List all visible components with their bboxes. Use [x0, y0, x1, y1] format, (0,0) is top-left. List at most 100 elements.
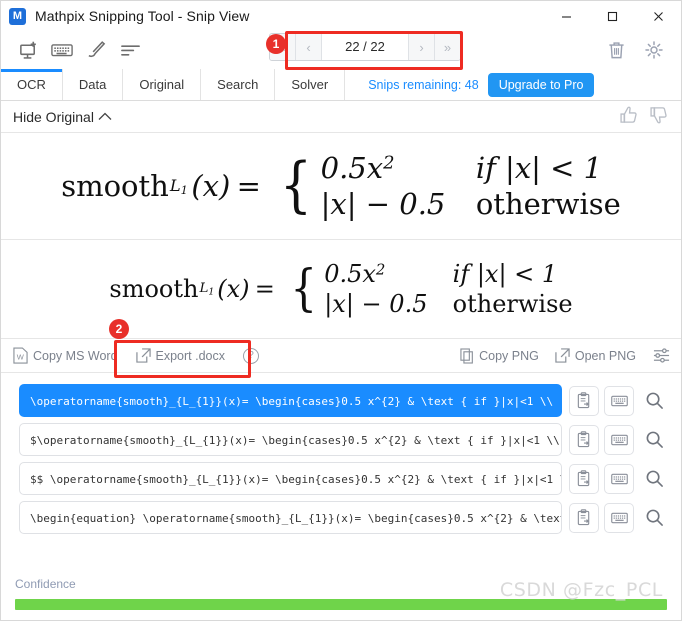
- hide-original-label[interactable]: Hide Original: [13, 109, 94, 125]
- watermark: CSDN @Fzc_PCL: [499, 579, 663, 601]
- confidence-section: Confidence CSDN @Fzc_PCL: [1, 568, 681, 620]
- copy-icon: [460, 347, 474, 364]
- formula-equals: =: [254, 274, 275, 303]
- result-row[interactable]: \operatorname{smooth}_{L_{1}}(x)= \begin…: [19, 384, 669, 417]
- formula-original: smooth L1 (x) = { 0.5x2 if |x| < 1 |x| − 0…: [61, 151, 621, 222]
- formula-case2-cond: otherwise: [475, 187, 621, 222]
- thumbs-down-icon[interactable]: [648, 105, 669, 128]
- copy-to-clipboard-icon[interactable]: [569, 502, 599, 533]
- main-toolbar: « ‹ 22 / 22 › »: [1, 31, 681, 69]
- tab-solver[interactable]: Solver: [275, 69, 346, 100]
- formula-case1-cond: if |x| < 1: [452, 259, 558, 288]
- annotation-badge-2: 2: [109, 319, 129, 339]
- upgrade-to-pro-button[interactable]: Upgrade to Pro: [487, 72, 595, 97]
- thumbs-up-icon[interactable]: [618, 105, 639, 128]
- open-png-button[interactable]: Open PNG: [555, 348, 636, 363]
- chevron-up-icon[interactable]: [97, 111, 113, 122]
- last-page-button[interactable]: »: [435, 34, 460, 60]
- pen-icon[interactable]: [79, 35, 113, 65]
- help-icon[interactable]: ?: [243, 347, 259, 364]
- formula-case2-value: |x| − 0.5: [320, 187, 446, 222]
- formula-cases: 0.5x2 if |x| < 1 |x| − 0.5 otherwise: [324, 260, 572, 318]
- copy-to-clipboard-icon[interactable]: [569, 385, 599, 416]
- row-actions: [569, 424, 669, 455]
- latex-output-field[interactable]: $\operatorname{smooth}_{L_{1}}(x)= \begi…: [19, 423, 562, 456]
- sliders-icon[interactable]: [652, 347, 671, 364]
- keyboard-icon[interactable]: [604, 463, 634, 494]
- prev-page-button[interactable]: ‹: [296, 34, 322, 60]
- close-button[interactable]: [635, 1, 681, 31]
- window-controls: [543, 1, 681, 31]
- title-bar: M Mathpix Snipping Tool - Snip View: [1, 1, 681, 31]
- formula-equals: =: [236, 168, 261, 203]
- tab-ocr[interactable]: OCR: [1, 69, 63, 100]
- confidence-label: Confidence: [15, 577, 76, 591]
- keyboard-icon[interactable]: [604, 424, 634, 455]
- formula-arg: (x): [191, 168, 231, 203]
- export-bar: W Copy MS Word Export .docx ? Copy PNG O…: [1, 338, 681, 373]
- search-icon[interactable]: [639, 385, 669, 416]
- results-list: \operatorname{smooth}_{L_{1}}(x)= \begin…: [1, 373, 681, 534]
- search-icon[interactable]: [639, 502, 669, 533]
- pager-control: « ‹ 22 / 22 › »: [269, 33, 461, 61]
- next-page-button[interactable]: ›: [409, 34, 435, 60]
- svg-text:W: W: [17, 352, 25, 361]
- lines-icon[interactable]: [113, 35, 147, 65]
- copy-to-clipboard-icon[interactable]: [569, 463, 599, 494]
- formula-rendered: smooth L1 (x) = { 0.5x2 if |x| < 1 |x| − 0…: [109, 260, 572, 318]
- formula-subscript: L1: [199, 280, 215, 298]
- snips-remaining-label: Snips remaining: 48: [368, 77, 479, 92]
- feedback-buttons: [618, 101, 669, 132]
- formula-brace-icon: {: [279, 150, 312, 220]
- keyboard-icon[interactable]: [45, 35, 79, 65]
- app-logo-icon: M: [9, 7, 26, 25]
- formula-func-name: smooth: [61, 168, 169, 203]
- formula-subscript: L1: [169, 175, 188, 197]
- pager: « ‹ 22 / 22 › »: [269, 33, 461, 61]
- page-counter: 22 / 22: [322, 34, 409, 60]
- gear-icon[interactable]: [635, 35, 673, 65]
- annotation-badge-1: 1: [266, 34, 286, 54]
- copy-png-label: Copy PNG: [479, 348, 539, 363]
- search-icon[interactable]: [639, 463, 669, 494]
- open-png-label: Open PNG: [574, 348, 636, 363]
- minimize-button[interactable]: [543, 1, 589, 31]
- copy-ms-word-button[interactable]: W Copy MS Word: [13, 347, 118, 364]
- export-bar-right: Copy PNG Open PNG: [460, 339, 671, 372]
- tab-data[interactable]: Data: [62, 69, 124, 100]
- result-row[interactable]: $\operatorname{smooth}_{L_{1}}(x)= \begi…: [19, 423, 669, 456]
- formula-case1-value: 0.5x2: [320, 150, 395, 185]
- word-doc-icon: W: [13, 347, 28, 364]
- copy-png-button[interactable]: Copy PNG: [460, 347, 539, 364]
- search-icon[interactable]: [639, 424, 669, 455]
- result-row[interactable]: $$ \operatorname{smooth}_{L_{1}}(x)= \be…: [19, 462, 669, 495]
- copy-ms-word-label: Copy MS Word: [33, 348, 118, 363]
- tab-search[interactable]: Search: [201, 69, 276, 100]
- row-actions: [569, 502, 669, 533]
- new-snip-icon[interactable]: [11, 35, 45, 65]
- rendered-formula: smooth L1 (x) = { 0.5x2 if |x| < 1 |x| − 0…: [1, 239, 681, 338]
- window-title: Mathpix Snipping Tool - Snip View: [35, 8, 250, 24]
- latex-output-field[interactable]: $$ \operatorname{smooth}_{L_{1}}(x)= \be…: [19, 462, 562, 495]
- hide-original-row: Hide Original: [1, 101, 681, 132]
- row-actions: [569, 463, 669, 494]
- result-row[interactable]: \begin{equation} \operatorname{smooth}_{…: [19, 501, 669, 534]
- toolbar-right-actions: [597, 31, 673, 69]
- tab-bar: OCR Data Original Search Solver Snips re…: [1, 69, 681, 101]
- latex-output-field[interactable]: \operatorname{smooth}_{L_{1}}(x)= \begin…: [19, 384, 562, 417]
- tab-original[interactable]: Original: [123, 69, 202, 100]
- row-actions: [569, 385, 669, 416]
- formula-func-name: smooth: [109, 274, 199, 303]
- keyboard-icon[interactable]: [604, 385, 634, 416]
- export-docx-button[interactable]: Export .docx: [135, 348, 225, 363]
- latex-output-field[interactable]: \begin{equation} \operatorname{smooth}_{…: [19, 501, 562, 534]
- formula-case1-cond: if |x| < 1: [475, 150, 603, 185]
- formula-case2-cond: otherwise: [452, 290, 573, 319]
- formula-arg: (x): [217, 274, 250, 303]
- maximize-button[interactable]: [589, 1, 635, 31]
- copy-to-clipboard-icon[interactable]: [569, 424, 599, 455]
- formula-brace-icon: {: [290, 259, 317, 318]
- keyboard-icon[interactable]: [604, 502, 634, 533]
- trash-icon[interactable]: [597, 35, 635, 65]
- export-docx-label: Export .docx: [155, 348, 225, 363]
